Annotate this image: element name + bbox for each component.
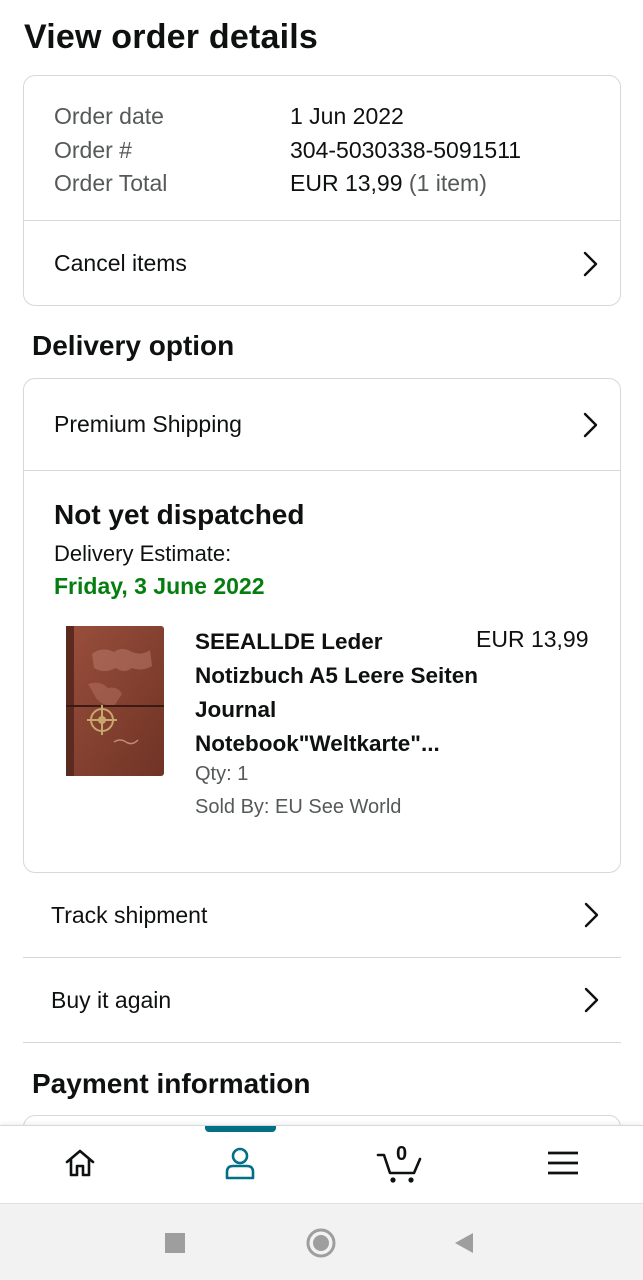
track-shipment-label: Track shipment	[51, 901, 208, 928]
track-shipment-button[interactable]: Track shipment	[23, 873, 621, 958]
buy-it-again-button[interactable]: Buy it again	[23, 958, 621, 1043]
home-icon	[63, 1146, 97, 1185]
cart-icon: 0	[376, 1143, 424, 1185]
menu-icon	[546, 1149, 580, 1182]
bottom-navigation: 0	[0, 1125, 643, 1203]
delivery-estimate-label: Delivery Estimate:	[54, 541, 232, 566]
back-icon[interactable]	[453, 1231, 475, 1260]
chevron-right-icon	[583, 902, 599, 928]
system-navigation-bar	[0, 1203, 643, 1280]
shipping-option-label: Premium Shipping	[54, 411, 242, 437]
order-total-amount: EUR 13,99	[290, 170, 403, 197]
recent-apps-icon[interactable]	[164, 1232, 186, 1259]
buy-it-again-label: Buy it again	[51, 986, 172, 1013]
order-number-value: 304-5030338-5091511	[290, 136, 522, 163]
order-date-label: Order date	[54, 103, 164, 130]
order-total-row: Order Total EUR 13,99 (1 item)	[54, 167, 600, 201]
product-seller: Sold By: EU See World	[195, 796, 402, 818]
order-total-value: EUR 13,99 (1 item)	[290, 170, 487, 197]
brown-leather-notebook-image[interactable]	[62, 624, 168, 782]
order-date-value: 1 Jun 2022	[290, 103, 404, 130]
nav-cart-button[interactable]: 0	[320, 1126, 480, 1204]
order-number-row: Order # 304-5030338-5091511	[54, 134, 600, 168]
divider	[24, 470, 620, 471]
order-item-count: (1 item)	[408, 170, 487, 197]
premium-shipping-button[interactable]: Premium Shipping	[24, 379, 620, 470]
nav-home-button[interactable]	[0, 1126, 160, 1204]
payment-information-heading: Payment information	[32, 1068, 311, 1099]
delivery-option-heading: Delivery option	[32, 330, 235, 361]
product-price: EUR 13,99	[476, 626, 589, 652]
cancel-items-label: Cancel items	[54, 250, 187, 276]
shipment-status: Not yet dispatched	[54, 499, 305, 530]
chevron-right-icon	[582, 412, 598, 438]
nav-menu-button[interactable]	[483, 1126, 643, 1204]
order-details-page: View order details Order date 1 Jun 2022…	[0, 0, 643, 1280]
delivery-estimate-date: Friday, 3 June 2022	[54, 573, 265, 599]
order-number-label: Order #	[54, 136, 132, 163]
nav-account-button[interactable]	[160, 1126, 320, 1204]
chevron-right-icon	[582, 251, 598, 277]
product-title-link[interactable]: SEEALLDE Leder Notizbuch A5 Leere Seiten…	[195, 625, 485, 761]
page-title: View order details	[24, 18, 318, 56]
product-quantity: Qty: 1	[195, 763, 249, 785]
order-date-row: Order date 1 Jun 2022	[54, 100, 600, 134]
order-info-grid: Order date 1 Jun 2022 Order # 304-503033…	[54, 100, 600, 201]
account-icon	[222, 1145, 258, 1186]
order-summary-card: Order date 1 Jun 2022 Order # 304-503033…	[23, 75, 621, 306]
delivery-card: Premium Shipping Not yet dispatched Deli…	[23, 378, 621, 873]
cart-count-badge: 0	[396, 1143, 408, 1165]
order-total-label: Order Total	[54, 170, 168, 197]
chevron-right-icon	[583, 987, 599, 1013]
home-circle-icon[interactable]	[305, 1227, 337, 1264]
cancel-items-button[interactable]: Cancel items	[24, 221, 620, 306]
